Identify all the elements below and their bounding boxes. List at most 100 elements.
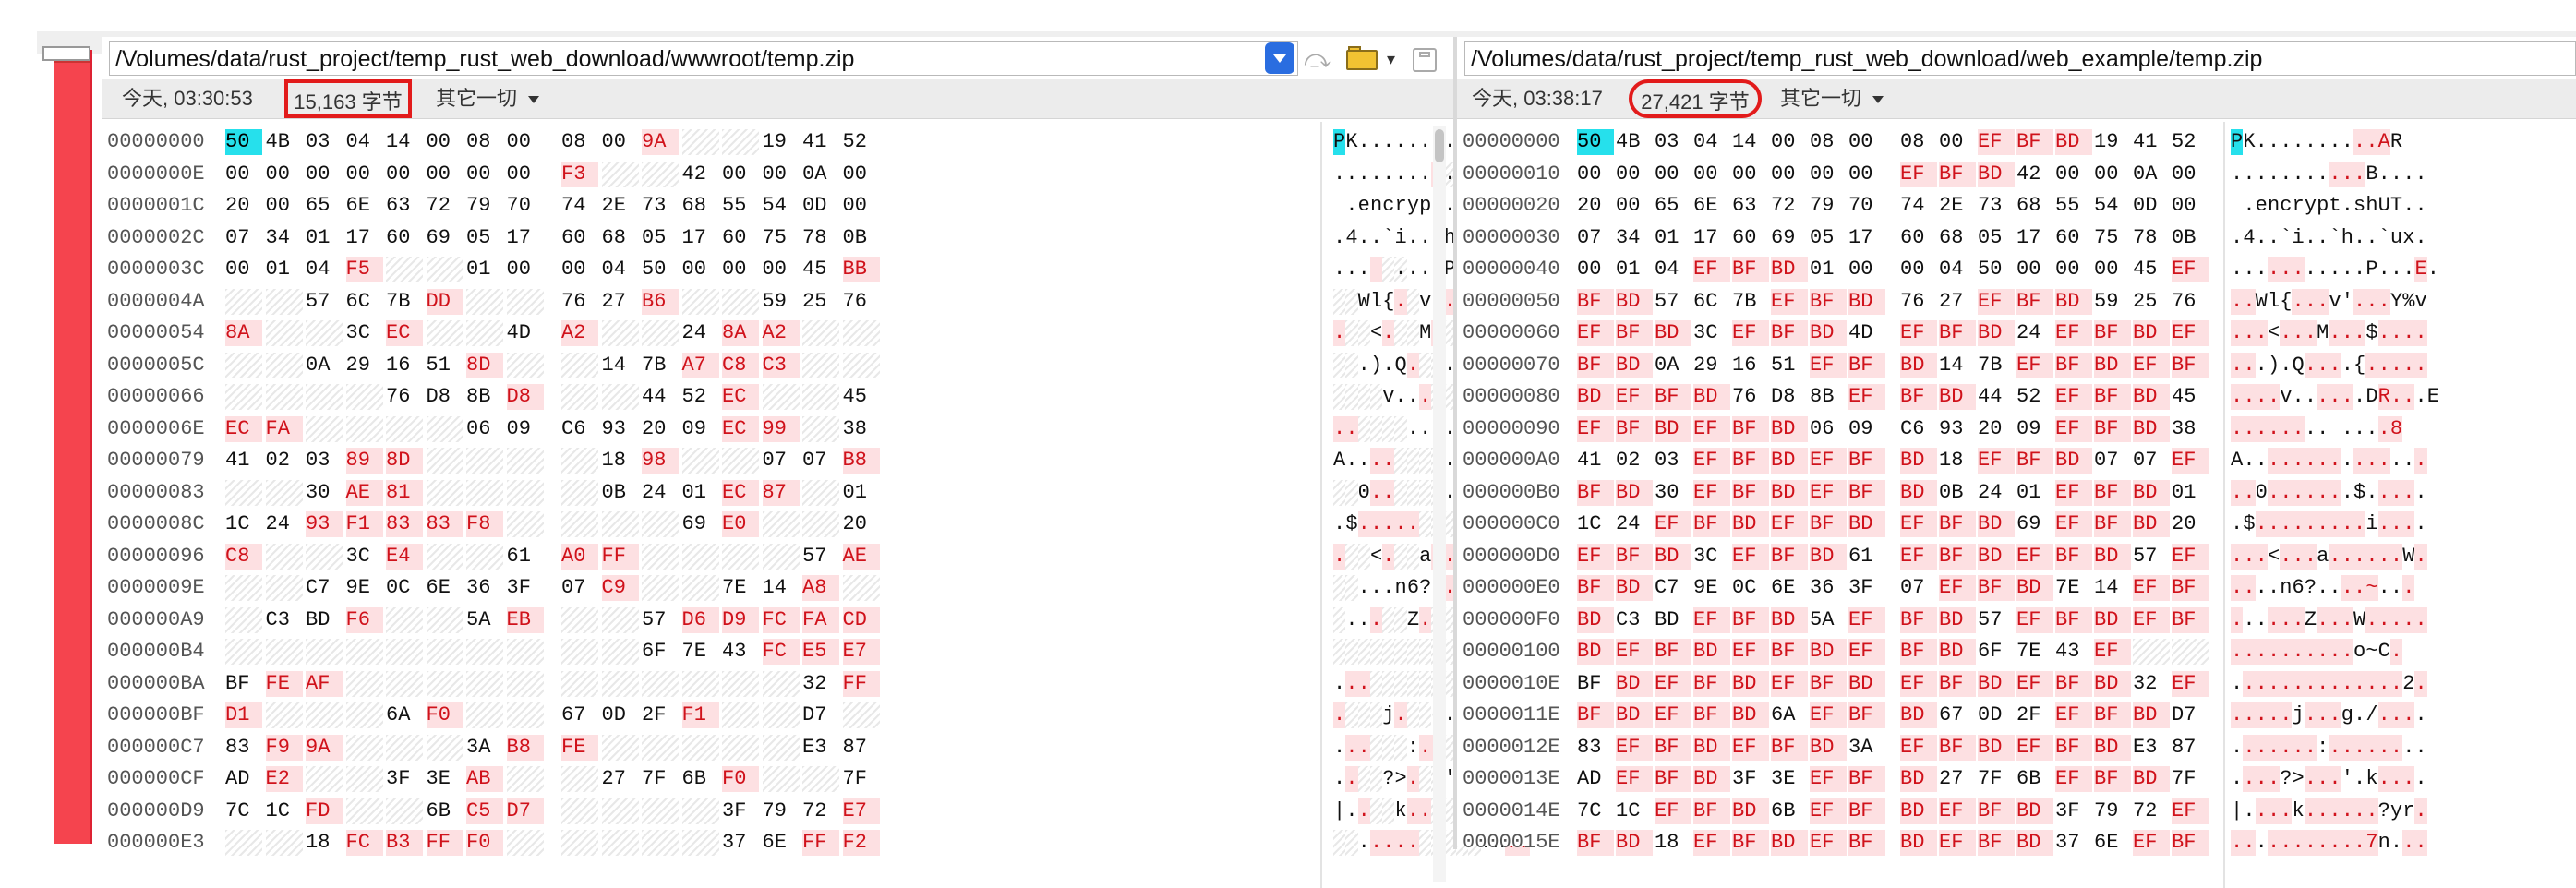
hex-byte[interactable] xyxy=(426,479,463,506)
hex-byte[interactable]: 14 xyxy=(2094,575,2131,601)
hex-byte[interactable]: 30 xyxy=(1655,480,1691,506)
hex-byte[interactable]: E3 xyxy=(802,735,839,761)
hex-byte[interactable]: 67 xyxy=(561,702,598,728)
hex-byte[interactable]: BD xyxy=(1978,161,2015,187)
hex-byte[interactable]: 09 xyxy=(2016,416,2053,442)
hex-byte[interactable]: 7B xyxy=(1732,289,1769,315)
hex-byte[interactable]: 20 xyxy=(642,416,679,442)
hex-byte[interactable]: EF xyxy=(2172,670,2209,697)
hex-byte[interactable]: EF xyxy=(1577,320,1614,346)
hex-byte[interactable]: 6C xyxy=(346,289,383,315)
hex-byte[interactable] xyxy=(506,670,544,697)
hex-byte[interactable]: 42 xyxy=(2016,162,2053,187)
hex-row[interactable]: 000000C0 1C 24 EF BF BD EF BF BD EF BF BD 69 EF BF BD 20… xyxy=(1457,510,2576,539)
hex-byte[interactable]: BF xyxy=(2094,320,2131,346)
hex-byte[interactable]: 00 xyxy=(266,193,303,219)
hex-byte[interactable]: 07 xyxy=(1900,575,1937,601)
hex-byte[interactable] xyxy=(681,798,719,824)
hex-byte[interactable]: 3A xyxy=(466,735,503,761)
hex-byte[interactable] xyxy=(561,798,598,824)
hex-byte[interactable]: 01 xyxy=(466,257,503,282)
hex-byte[interactable]: 00 xyxy=(507,162,544,187)
ascii-column[interactable]: ...........P...E. xyxy=(2231,257,2439,282)
hex-byte[interactable]: 42 xyxy=(682,162,719,187)
hex-byte[interactable]: 78 xyxy=(802,225,839,251)
hex-byte[interactable] xyxy=(601,606,639,633)
hex-byte[interactable]: BD xyxy=(1810,543,1847,570)
hex-byte[interactable] xyxy=(466,479,503,506)
hex-byte[interactable]: 7C xyxy=(1577,798,1614,824)
hex-byte[interactable]: BF xyxy=(1732,606,1769,633)
copy-to-right-icon[interactable]: ⤼ xyxy=(1304,44,1331,74)
hex-byte[interactable]: 17 xyxy=(1848,225,1885,251)
hex-byte[interactable]: EF xyxy=(2133,830,2170,856)
hex-byte[interactable] xyxy=(802,766,839,792)
ascii-column[interactable]: ...).Q....{..... xyxy=(2231,352,2427,378)
hex-byte[interactable]: EF xyxy=(1939,575,1976,601)
hex-byte[interactable] xyxy=(722,670,759,697)
hex-byte[interactable] xyxy=(642,161,679,187)
hex-byte[interactable]: DD xyxy=(426,288,463,315)
hex-byte[interactable]: 16 xyxy=(1732,353,1769,378)
hex-byte[interactable]: 98 xyxy=(642,448,679,474)
hex-byte[interactable]: 87 xyxy=(843,735,880,761)
hex-byte[interactable]: 6A xyxy=(1771,702,1808,728)
hex-byte[interactable]: FA xyxy=(265,415,303,442)
hex-byte[interactable] xyxy=(802,511,839,537)
hex-byte[interactable]: EF xyxy=(1978,288,2015,315)
hex-byte[interactable]: 03 xyxy=(306,448,343,474)
hex-byte[interactable]: BD xyxy=(1900,830,1937,856)
hex-byte[interactable]: EF xyxy=(1810,702,1847,728)
hex-byte[interactable]: 76 xyxy=(1900,289,1937,315)
hex-byte[interactable]: BD xyxy=(1655,415,1691,442)
hex-byte[interactable]: EF xyxy=(1732,734,1769,761)
hex-byte[interactable] xyxy=(601,320,639,346)
hex-byte[interactable]: BF xyxy=(2055,670,2092,697)
hex-byte[interactable]: 24 xyxy=(2016,320,2053,346)
hex-byte[interactable]: 7F xyxy=(1978,766,2015,792)
hex-byte[interactable]: 99 xyxy=(762,415,800,442)
hex-byte[interactable]: EF xyxy=(1577,543,1614,570)
hex-byte[interactable] xyxy=(506,766,544,792)
hex-row[interactable]: 0000013E AD EF BF BD 3F 3E EF BF BD 27 7F 6B EF BF BD 7F… xyxy=(1457,764,2576,794)
hex-byte[interactable]: 00 xyxy=(722,162,759,187)
hex-byte[interactable]: 00 xyxy=(1616,162,1653,187)
hex-byte[interactable]: BF xyxy=(225,671,262,697)
hex-byte[interactable] xyxy=(426,257,463,282)
hex-byte[interactable]: 00 xyxy=(1771,129,1808,155)
hex-byte[interactable]: 20 xyxy=(843,511,880,537)
ascii-column[interactable]: .encrypt.shUT.. xyxy=(2231,193,2427,219)
hex-byte[interactable]: C7 xyxy=(306,575,343,601)
hex-byte[interactable]: 0B xyxy=(843,225,880,251)
hex-row[interactable]: 000000D97C1CFD6BC5D73F7972E7|.. k.. ?yr. xyxy=(102,797,1530,826)
hex-byte[interactable]: 00 xyxy=(1771,162,1808,187)
hex-row[interactable]: 00000100 BD EF BF BD EF BF BD EF BF BD 6F 7E 43 EF....… xyxy=(1457,637,2576,666)
hex-byte[interactable] xyxy=(426,670,463,697)
hex-byte[interactable]: 30 xyxy=(306,480,343,506)
hex-byte[interactable]: 20 xyxy=(225,193,262,219)
hex-byte[interactable] xyxy=(265,288,303,315)
hex-byte[interactable]: BF xyxy=(1732,448,1769,474)
hex-byte[interactable]: E3 xyxy=(2133,735,2170,761)
hex-byte[interactable]: 6E xyxy=(1693,193,1730,219)
hex-byte[interactable]: BF xyxy=(1732,830,1769,856)
hex-byte[interactable]: 72 xyxy=(2133,798,2170,824)
hex-row[interactable]: 0000010E BF BD EF BF BD EF BF BD EF BF BD EF BF BD 32 EF… xyxy=(1457,669,2576,699)
hex-byte[interactable]: 45 xyxy=(2172,384,2209,410)
hex-byte[interactable] xyxy=(466,543,503,570)
hex-byte[interactable] xyxy=(386,670,423,697)
hex-byte[interactable] xyxy=(681,448,719,474)
hex-byte[interactable]: D9 xyxy=(722,606,759,633)
hex-byte[interactable]: BD xyxy=(1810,639,1847,665)
hex-byte[interactable]: 3E xyxy=(1771,766,1808,792)
hex-byte[interactable]: 3A xyxy=(1848,735,1885,761)
hex-byte[interactable] xyxy=(225,575,262,601)
ascii-column[interactable]: .......:........ xyxy=(2231,734,2427,761)
hex-byte[interactable]: 3F xyxy=(507,575,544,601)
hex-byte[interactable]: BF xyxy=(1848,448,1885,474)
hex-row[interactable]: 000000E318FCB3FFF0376EFFF2 ..... 7n.. xyxy=(102,828,1530,858)
hex-byte[interactable]: 81 xyxy=(386,479,423,506)
hex-byte[interactable]: BF xyxy=(1810,670,1847,697)
hex-byte[interactable]: BF xyxy=(1655,766,1691,792)
hex-byte[interactable]: BF xyxy=(2094,766,2131,792)
